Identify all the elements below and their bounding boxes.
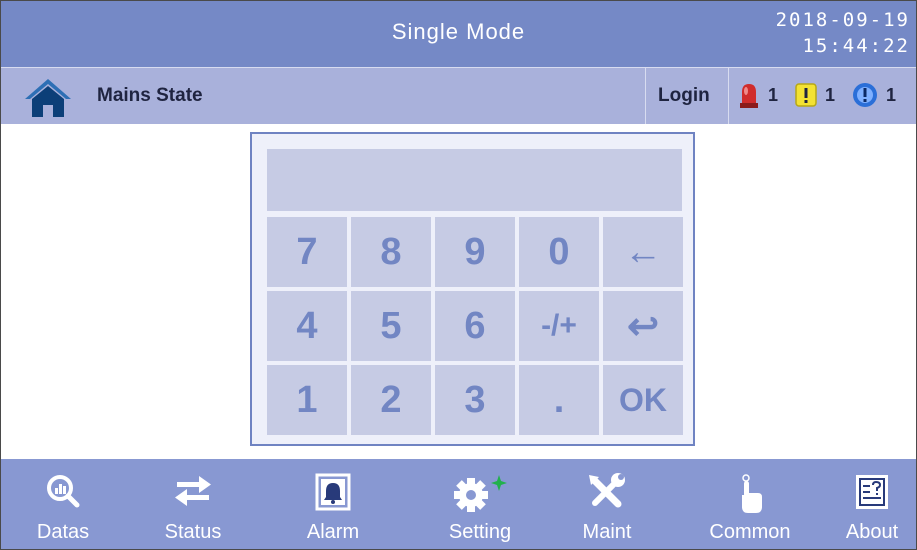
key-6[interactable]: 6 [435, 291, 515, 361]
key-3[interactable]: 3 [435, 365, 515, 435]
hmi-screen: Single Mode 2018-09-19 15:44:22 Mains St… [0, 0, 917, 550]
system-state-label: Mains State [97, 85, 203, 106]
nav-maint-label: Maint [582, 521, 632, 543]
alarm-indicator[interactable]: 1 [738, 80, 778, 110]
key-ok[interactable]: OK [603, 365, 683, 435]
key-1[interactable]: 1 [267, 365, 347, 435]
nav-status[interactable]: Status [143, 459, 243, 549]
key-0[interactable]: 0 [519, 217, 599, 287]
key-5[interactable]: 5 [351, 291, 431, 361]
title-bar: Single Mode 2018-09-19 15:44:22 [1, 1, 916, 67]
info-icon [853, 83, 877, 107]
nav-about[interactable]: About [827, 459, 916, 549]
warning-count: 1 [825, 84, 836, 105]
status-bar: Mains State Login 1 1 1 [1, 67, 916, 124]
nav-alarm-label: Alarm [306, 521, 360, 543]
clock: 2018-09-19 15:44:22 [776, 7, 910, 59]
keypad-display [267, 149, 682, 211]
nav-datas-label: Datas [36, 521, 90, 543]
key-sign-toggle[interactable]: -/+ [519, 291, 599, 361]
login-button[interactable]: Login [645, 68, 729, 124]
numeric-keypad: 7 8 9 0 ← 4 5 6 -/+ ↩ 1 2 3 . OK [250, 132, 695, 446]
key-2[interactable]: 2 [351, 365, 431, 435]
nav-about-label: About [845, 521, 899, 543]
about-icon [856, 475, 888, 509]
alarm-icon [315, 473, 351, 511]
key-backspace[interactable]: ← [603, 217, 683, 287]
key-9[interactable]: 9 [435, 217, 515, 287]
nav-alarm[interactable]: Alarm [283, 459, 383, 549]
key-return[interactable]: ↩ [603, 291, 683, 361]
login-label: Login [658, 85, 710, 106]
nav-setting-label: Setting [448, 521, 512, 543]
clock-date: 2018-09-19 [775, 9, 910, 31]
warning-indicator[interactable]: 1 [795, 80, 835, 110]
setting-icon [454, 475, 507, 512]
alarm-light-icon [740, 84, 758, 108]
key-8[interactable]: 8 [351, 217, 431, 287]
clock-time: 15:44:22 [802, 35, 910, 57]
datas-icon [47, 475, 80, 508]
key-7[interactable]: 7 [267, 217, 347, 287]
status-icon [175, 476, 211, 506]
nav-maint[interactable]: Maint [561, 459, 653, 549]
info-indicator[interactable]: 1 [852, 80, 896, 110]
info-count: 1 [886, 84, 897, 105]
alarm-count: 1 [768, 84, 779, 105]
key-4[interactable]: 4 [267, 291, 347, 361]
common-icon [742, 474, 762, 513]
bottom-nav: Datas Status Alarm Setting Maint Common … [1, 459, 916, 549]
home-icon[interactable] [23, 77, 73, 119]
warning-icon [795, 83, 817, 107]
key-decimal[interactable]: . [519, 365, 599, 435]
nav-setting[interactable]: Setting [425, 459, 535, 549]
nav-common[interactable]: Common [695, 459, 805, 549]
nav-datas[interactable]: Datas [16, 459, 110, 549]
nav-status-label: Status [164, 521, 222, 543]
nav-common-label: Common [709, 521, 791, 543]
maint-icon [589, 473, 625, 508]
